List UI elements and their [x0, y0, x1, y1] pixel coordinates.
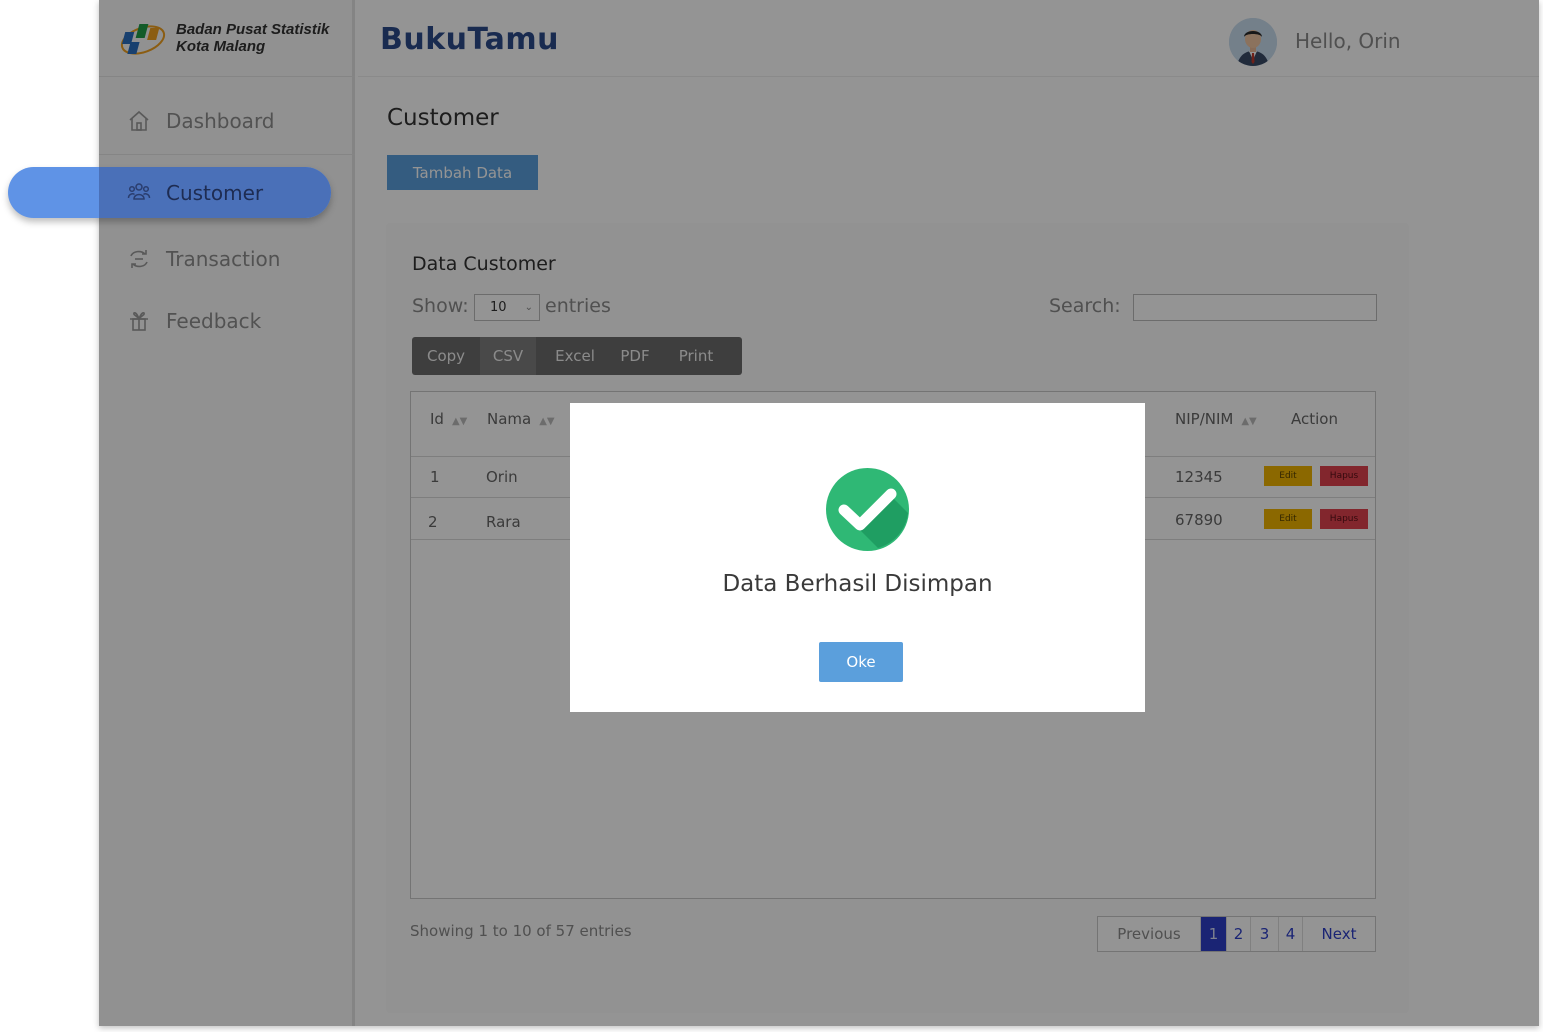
success-modal: Data Berhasil Disimpan Oke: [570, 403, 1145, 712]
modal-message: Data Berhasil Disimpan: [722, 571, 993, 597]
sidebar-active-highlight[interactable]: Customer: [8, 167, 331, 218]
users-icon: [127, 183, 151, 200]
check-circle-icon: [826, 468, 909, 551]
sidebar-item-label: Customer: [166, 181, 264, 205]
ok-button[interactable]: Oke: [819, 642, 903, 682]
